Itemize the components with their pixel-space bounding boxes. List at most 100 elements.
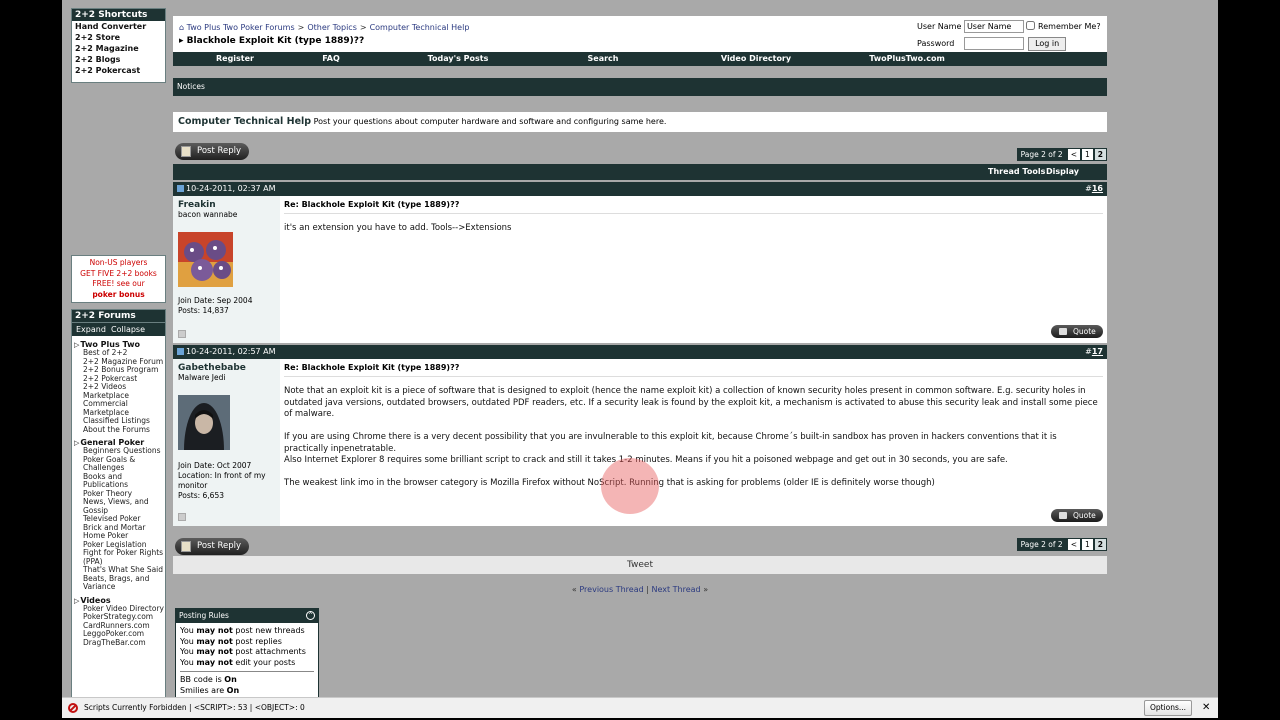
post-paragraph-4: The weakest link imo in the browser cate…	[284, 478, 935, 488]
options-button[interactable]: Options...	[1144, 700, 1192, 716]
forum-link[interactable]: Books and Publications	[72, 472, 165, 490]
forum-link[interactable]: DragTheBar.com	[72, 638, 165, 648]
page-1[interactable]: 1	[1081, 148, 1094, 161]
username[interactable]: Freakin	[178, 200, 275, 210]
post-text: it's an extension you have to add. Tools…	[284, 223, 1103, 235]
post-number[interactable]: #16	[1085, 182, 1103, 196]
nav-faq[interactable]: FAQ	[297, 52, 365, 66]
posting-rule-post: post attachments	[232, 647, 306, 656]
folder-icon: ▸	[179, 36, 184, 46]
breadcrumb-tech-help[interactable]: Computer Technical Help	[370, 23, 470, 32]
offline-status-icon	[178, 513, 186, 521]
shortcut-hand-converter[interactable]: Hand Converter	[72, 21, 165, 32]
user-info: Join Date: Oct 2007 Location: In front o…	[178, 461, 280, 501]
collapse-icon[interactable]: ^	[306, 611, 315, 620]
posting-rule: You may not post replies	[176, 637, 318, 648]
shortcut-pokercast[interactable]: 2+2 Pokercast	[72, 65, 165, 76]
promo-line-1: Non-US players	[89, 258, 148, 267]
expand-link[interactable]: Expand	[76, 325, 106, 334]
forum-link[interactable]: Fight for Poker Rights (PPA)	[72, 548, 165, 566]
nav-todays-posts[interactable]: Today's Posts	[365, 52, 551, 66]
post-paragraph: it's an extension you have to add. Tools…	[284, 223, 512, 233]
nav-search[interactable]: Search	[551, 52, 655, 66]
post-number-prefix: #	[1085, 184, 1092, 193]
post-number[interactable]: #17	[1085, 345, 1103, 359]
login-button[interactable]: Log in	[1028, 37, 1067, 51]
promo-line-3: FREE! see our	[92, 279, 145, 288]
user-info: Join Date: Sep 2004 Posts: 14,837	[178, 296, 252, 316]
nav-register[interactable]: Register	[173, 52, 297, 66]
quote-icon	[1059, 512, 1067, 519]
post-icon	[177, 348, 184, 355]
posting-rule-pre: You	[180, 626, 197, 635]
join-date: Join Date: Sep 2004	[178, 296, 253, 305]
breadcrumb-other-topics[interactable]: Other Topics	[307, 23, 357, 32]
quote-button[interactable]: Quote	[1051, 509, 1103, 522]
post-reply-button-bottom[interactable]: Post Reply	[175, 538, 249, 555]
bbcode-status: BB code is On	[176, 675, 318, 686]
forum-group: Two Plus TwoBest of 2+22+2 Magazine Foru…	[72, 340, 165, 434]
post-reply-label: Post Reply	[197, 541, 242, 551]
collapse-link[interactable]: Collapse	[111, 325, 145, 334]
post-number-prefix: #	[1085, 347, 1092, 356]
tweet-button[interactable]: Tweet	[627, 560, 653, 570]
nav-twoplustwo[interactable]: TwoPlusTwo.com	[857, 52, 957, 66]
nav-bar: Register FAQ Today's Posts Search Video …	[173, 52, 1107, 66]
breadcrumb: ⌂ Two Plus Two Poker Forums > Other Topics…	[179, 23, 470, 32]
close-icon[interactable]: ✕	[1202, 698, 1210, 718]
password-input[interactable]	[963, 37, 1024, 50]
post-count: Posts: 6,653	[178, 491, 224, 500]
nav-video-directory[interactable]: Video Directory	[655, 52, 857, 66]
shortcut-store[interactable]: 2+2 Store	[72, 32, 165, 43]
tweet-bar: Tweet	[173, 556, 1107, 574]
post-paragraph-2: If you are using Chrome there is a very …	[284, 432, 1057, 454]
quote-button[interactable]: Quote	[1051, 325, 1103, 338]
posting-rule-permission: may not	[196, 626, 233, 635]
forum-link[interactable]: Beats, Brags, and Variance	[72, 574, 165, 592]
posting-rule: You may not edit your posts	[176, 658, 318, 669]
bbcode-value: On	[224, 675, 237, 684]
posting-rules: Posting Rules ^ You may not post new thr…	[175, 608, 319, 697]
post-16-header: 10-24-2011, 02:37 AM #16	[173, 182, 1107, 196]
forum-link[interactable]: Poker Goals & Challenges	[72, 455, 165, 473]
forum-link[interactable]: Commercial Marketplace	[72, 399, 165, 417]
forums-tools: Expand Collapse	[72, 322, 165, 336]
posting-rule-permission: may not	[196, 647, 233, 656]
offline-status-icon	[178, 330, 186, 338]
promo-box[interactable]: Non-US players GET FIVE 2+2 books FREE! …	[71, 255, 166, 303]
quote-label: Quote	[1073, 327, 1096, 336]
login-form: User Name Remember Me? Password Log in	[917, 20, 1107, 52]
post-text: Note that an exploit kit is a piece of s…	[284, 386, 1103, 490]
post-date: 10-24-2011, 02:57 AM	[186, 347, 276, 356]
shortcut-magazine[interactable]: 2+2 Magazine	[72, 43, 165, 54]
notices-bar[interactable]: Notices	[173, 78, 1107, 96]
post-16: Freakin bacon wannabe Join Date: Sep 200…	[173, 196, 1107, 343]
post-title: Re: Blackhole Exploit Kit (type 1889)??	[284, 363, 1103, 377]
smilies-value: On	[226, 685, 240, 695]
home-icon[interactable]: ⌂	[179, 23, 184, 32]
breadcrumb-home[interactable]: Two Plus Two Poker Forums	[187, 23, 295, 32]
forum-groups: Two Plus TwoBest of 2+22+2 Magazine Foru…	[72, 340, 165, 647]
page-prev[interactable]: <	[1066, 538, 1081, 551]
page-1[interactable]: 1	[1081, 538, 1094, 551]
page-2: 2	[1093, 538, 1107, 551]
thread-tools-menu[interactable]: Thread Tools	[988, 164, 1045, 180]
next-thread-link[interactable]: Next Thread	[651, 585, 700, 594]
post-body: Re: Blackhole Exploit Kit (type 1889)?? …	[284, 363, 1103, 501]
forums-title: 2+2 Forums	[72, 310, 165, 322]
remember-me-checkbox[interactable]	[1026, 21, 1036, 30]
forum-link[interactable]: About the Forums	[72, 425, 165, 435]
forum-link[interactable]: News, Views, and Gossip	[72, 497, 165, 515]
username[interactable]: Gabethebabe	[178, 363, 275, 373]
quote-icon	[1059, 328, 1067, 335]
pagination-bottom: Page 2 of 2 < 1 2	[1016, 538, 1107, 551]
shortcut-blogs[interactable]: 2+2 Blogs	[72, 54, 165, 65]
promo-bonus-link[interactable]: poker bonus	[92, 290, 144, 299]
post-reply-button[interactable]: Post Reply	[175, 143, 249, 160]
previous-thread-link[interactable]: Previous Thread	[579, 585, 643, 594]
noscript-icon[interactable]	[68, 703, 78, 713]
posting-rule-permission: may not	[196, 636, 233, 646]
forum-name[interactable]: Computer Technical Help	[178, 116, 311, 127]
username-input[interactable]	[963, 20, 1024, 33]
page-prev[interactable]: <	[1066, 148, 1081, 161]
